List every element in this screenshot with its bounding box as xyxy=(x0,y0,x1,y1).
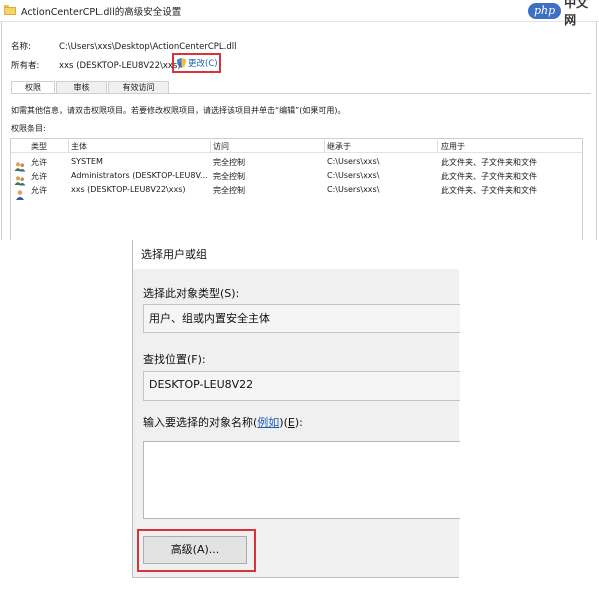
object-name-label: 名称: xyxy=(11,42,31,52)
group-users-icon xyxy=(14,157,26,172)
row-applies-to: 此文件夹、子文件夹和文件 xyxy=(441,172,537,181)
row-principal: Administrators (DESKTOP-LEU8V... xyxy=(71,171,208,180)
column-separator xyxy=(68,140,69,152)
change-owner-highlight[interactable]: 更改(C) xyxy=(172,53,221,73)
row-type: 允许 xyxy=(31,158,47,167)
row-access: 完全控制 xyxy=(213,172,245,181)
permission-entries-table[interactable]: 类型 主体 访问 继承于 应用于 允许 SYSTEM 完全控制 C:\Users… xyxy=(10,138,583,240)
uac-shield-icon xyxy=(177,58,186,68)
table-row[interactable]: 允许 SYSTEM 完全控制 C:\Users\xxs\ 此文件夹、子文件夹和文… xyxy=(11,155,582,172)
object-names-input[interactable] xyxy=(143,441,460,519)
brand-badge: php xyxy=(528,3,562,19)
owner-label: 所有者: xyxy=(11,61,40,71)
header-type[interactable]: 类型 xyxy=(31,141,69,152)
row-principal: xxs (DESKTOP-LEU8V22\xxs) xyxy=(71,185,186,194)
object-names-label: 输入要选择的对象名称(例如)(E): xyxy=(143,414,303,430)
header-inherited-from[interactable]: 继承于 xyxy=(327,141,435,152)
header-access[interactable]: 访问 xyxy=(213,141,323,152)
location-field: DESKTOP-LEU8V22 xyxy=(143,371,460,401)
row-access: 完全控制 xyxy=(213,158,245,167)
row-type: 允许 xyxy=(31,186,47,195)
row-inherited-from: C:\Users\xxs\ xyxy=(327,157,380,166)
object-names-label-suffix: ): xyxy=(294,416,303,429)
title-bar: ActionCenterCPL.dll的高级安全设置 php 中文网 xyxy=(0,0,599,27)
advanced-button[interactable]: 高级(A)... xyxy=(143,536,247,564)
table-row[interactable]: 允许 Administrators (DESKTOP-LEU8V... 完全控制… xyxy=(11,169,582,186)
object-type-field: 用户、组或内置安全主体 xyxy=(143,304,460,333)
object-names-label-key: E xyxy=(287,416,295,429)
row-access: 完全控制 xyxy=(213,186,245,195)
object-name-value: C:\Users\xxs\Desktop\ActionCenterCPL.dll xyxy=(59,42,237,52)
select-users-or-groups-dialog: 选择用户或组 选择此对象类型(S): 用户、组或内置安全主体 查找位置(F): … xyxy=(132,240,460,578)
window-border-right xyxy=(596,22,597,240)
location-label: 查找位置(F): xyxy=(143,353,206,366)
row-inherited-from: C:\Users\xxs\ xyxy=(327,171,380,180)
change-owner-link[interactable]: 更改(C) xyxy=(188,57,218,69)
row-type: 允许 xyxy=(31,172,47,181)
brand-text: 中文网 xyxy=(564,0,589,27)
column-separator xyxy=(210,140,211,152)
tab-divider xyxy=(11,93,591,94)
permission-entries-label: 权限条目: xyxy=(11,124,46,133)
folder-icon xyxy=(4,5,16,15)
advanced-security-settings-window: ActionCenterCPL.dll的高级安全设置 php 中文网 名称: C:… xyxy=(0,0,599,240)
table-row[interactable]: 允许 xxs (DESKTOP-LEU8V22\xxs) 完全控制 C:\Use… xyxy=(11,183,582,200)
row-applies-to: 此文件夹、子文件夹和文件 xyxy=(441,186,537,195)
permissions-hint: 如需其他信息，请双击权限项目。若要修改权限项目，请选择该项目并单击“编辑”(如果… xyxy=(11,106,346,115)
row-principal: SYSTEM xyxy=(71,157,103,166)
owner-row: 所有者: xxs (DESKTOP-LEU8V22\xxs) xyxy=(11,59,181,71)
object-names-label-mid: )( xyxy=(279,416,288,429)
dialog-title: 选择用户或组 xyxy=(141,248,207,261)
examples-link[interactable]: 例如 xyxy=(257,416,279,429)
object-type-label: 选择此对象类型(S): xyxy=(143,287,240,300)
header-applies-to[interactable]: 应用于 xyxy=(441,141,581,152)
table-header: 类型 主体 访问 继承于 应用于 xyxy=(11,139,582,153)
header-principal[interactable]: 主体 xyxy=(71,141,209,152)
column-separator xyxy=(324,140,325,152)
row-inherited-from: C:\Users\xxs\ xyxy=(327,185,380,194)
window-title: ActionCenterCPL.dll的高级安全设置 xyxy=(21,7,182,18)
object-name-row: 名称: C:\Users\xxs\Desktop\ActionCenterCPL.… xyxy=(11,40,236,52)
object-names-label-prefix: 输入要选择的对象名称( xyxy=(143,416,258,429)
row-applies-to: 此文件夹、子文件夹和文件 xyxy=(441,158,537,167)
owner-value: xxs (DESKTOP-LEU8V22\xxs) xyxy=(59,61,181,71)
user-icon xyxy=(14,185,26,200)
window-border-left xyxy=(1,22,2,240)
watermark-logo: php 中文网 xyxy=(528,0,599,27)
column-separator xyxy=(437,140,438,152)
group-users-icon xyxy=(14,171,26,186)
